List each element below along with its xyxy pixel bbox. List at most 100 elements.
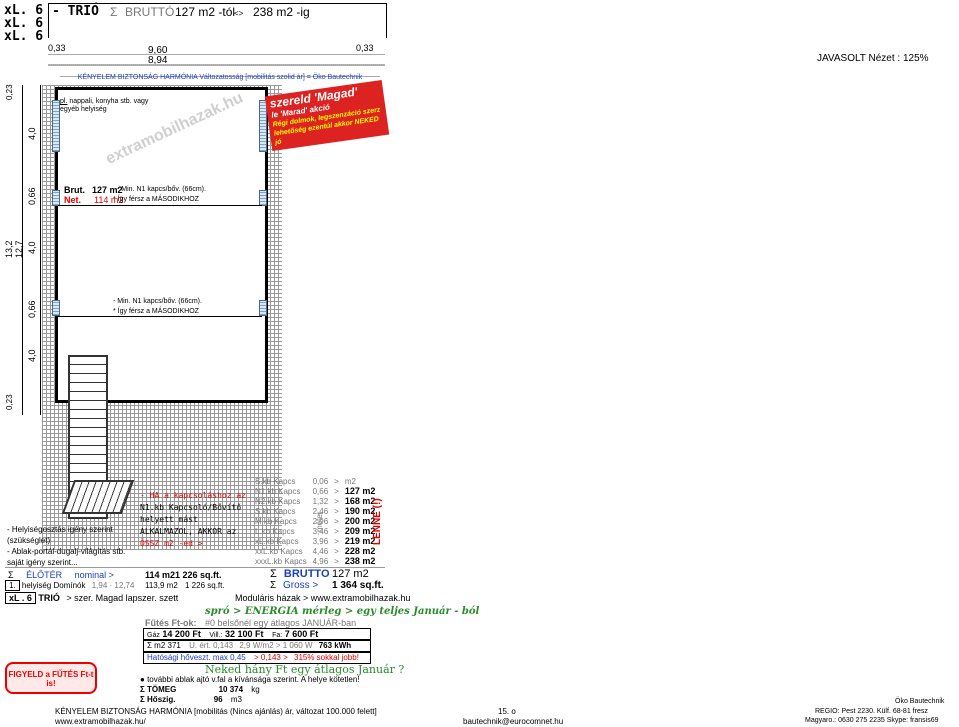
dim-line-top xyxy=(48,54,385,55)
spec-val: 3,96 xyxy=(312,536,329,546)
net-label: Net. xyxy=(64,195,82,205)
brutto-value: 127 m2 xyxy=(332,568,369,580)
calc-row: Σ m2 371 U. ért. 0,143 2,9 W/m2 > 1 060 … xyxy=(143,640,371,652)
module-line-1 xyxy=(58,205,262,206)
dim-v-5: 12,7 xyxy=(14,240,24,258)
connection-note: - HA a kapcsoláshoz az N1.kb Kapcsoló/Bő… xyxy=(140,491,246,548)
window-left-1 xyxy=(52,100,60,152)
spec-arrow: > xyxy=(334,486,339,496)
footer-size-row: xL . 6 TRIÓ > szer. Magad lapszer. szett xyxy=(5,592,178,604)
window-right-3 xyxy=(259,300,267,316)
spec-name: L.kb Kapcs xyxy=(255,526,295,536)
helyiseg-row: 1. helyiség Domínók 1,94 · 12,74 xyxy=(5,580,134,591)
room-label: pl. nappali, konyha stb. vagy egyéb hely… xyxy=(60,98,149,113)
spec-area: 238 m2 xyxy=(344,556,376,566)
keywords-banner: KÉNYELEM BIZTONSÁG HARMÓNIA Változatossá… xyxy=(60,66,380,81)
dim-right-top: 0,33 xyxy=(356,43,374,53)
spec-name: xxxL.kb Kapcs xyxy=(255,556,307,566)
helyiseg-m2: 113,9 m2 xyxy=(145,581,178,590)
size-label-3: xL. 6 xyxy=(4,29,44,44)
brutto-header: BRUTTÓ xyxy=(125,5,175,19)
brutto-row: Σ BRUTTO xyxy=(270,568,330,580)
type-label: - TRIÓ xyxy=(52,4,99,19)
dim-left-top: 0,33 xyxy=(48,43,66,53)
spec-name: M.kb Kapcs xyxy=(255,516,297,526)
note-1a: - Min. N1 kapcs/bőv. (66cm). xyxy=(117,186,206,193)
spec-name: S.kb Kapcs xyxy=(255,506,296,516)
spec-arrow: > xyxy=(334,556,339,566)
spec-area: 127 m2 xyxy=(344,486,376,496)
spec-arrow: > xyxy=(334,526,339,536)
left-dim-line-2 xyxy=(40,85,41,415)
spec-val: 4,96 xyxy=(312,556,329,566)
spec-row: N2.kb Kapcs 1,32 >168 m2 xyxy=(252,496,378,506)
spec-arrow: > xyxy=(334,536,339,546)
dim-v-1: 0,23 xyxy=(5,84,14,100)
spec-val: 4,46 xyxy=(312,546,329,556)
lenne-label: LENNE (!) xyxy=(372,498,383,545)
footer-company: Öko Bautechnik xyxy=(895,698,945,705)
dim-v-8: 4,0 xyxy=(27,349,37,362)
eloter-m2: 114 m2 xyxy=(145,570,176,580)
dim-v-9: 0,23 xyxy=(5,394,14,410)
tomeg-row: Σ TÖMEG 10 374 kg xyxy=(140,685,260,694)
spec-arrow: > xyxy=(334,546,339,556)
footer-left-2[interactable]: www.extramobilhazak.hu/ xyxy=(55,717,146,726)
spec-val: 0,66 xyxy=(312,486,329,496)
note-2a: - Min. N1 kapcs/bőv. (66cm). xyxy=(113,298,202,305)
footer-left-1: KÉNYELEM BIZTONSÁG HARMÓNIA [mobilitás (… xyxy=(55,707,377,716)
spec-arrow: > xyxy=(334,476,339,486)
size-labels: xL. 6 xL. 6 xL. 6 xyxy=(4,4,43,43)
range-to: 238 m2 -ig xyxy=(253,5,310,19)
dim-v-6: 4,0 xyxy=(27,241,37,254)
energy-title: spró > ENERGIA mérleg > egy teljes Januá… xyxy=(205,606,480,617)
window-left-3 xyxy=(52,300,60,316)
view-label: JAVASOLT Nézet : 125% xyxy=(817,53,929,64)
more-note: ● további ablak ajtó v.fal a kívánsága s… xyxy=(140,675,360,684)
modularis-link[interactable]: Moduláris házak > www.extramobilhazak.hu xyxy=(235,593,410,603)
spec-name: xL.kb Kapcs xyxy=(255,536,299,546)
window-left-2 xyxy=(52,190,60,206)
note-1b: * Így férsz a MÁSODIKHOZ xyxy=(113,196,199,203)
gross-row: Σ Gross > xyxy=(270,580,319,591)
spec-row: xL.kb Kapcs 3,96 >219 m2 xyxy=(252,536,378,546)
spec-row: xxxL.kb Kapcs 4,96 >238 m2 xyxy=(252,556,378,566)
eloter-row: Σ ÉLŐTÉR nominal > xyxy=(8,570,114,580)
eloter-sqft: 1 226 sq.ft. xyxy=(175,570,222,580)
unit-vertical: méter xyxy=(315,511,324,532)
hoszig-row: Σ Hőszig. 96 m3 xyxy=(140,695,242,704)
stamp: szereld 'Magad' le 'Marad' akció Régi do… xyxy=(264,80,390,151)
dim-v-3: 0,66 xyxy=(27,187,37,205)
spec-area: m2 xyxy=(344,476,356,486)
warning-box: FIGYELD a FŰTÉS Ft-t is! xyxy=(5,662,97,694)
spec-arrow: > xyxy=(334,506,339,516)
spec-name: xxL.kb Kapcs xyxy=(255,546,303,556)
module-line-2 xyxy=(58,316,262,317)
window-right-2 xyxy=(259,190,267,206)
range-from: 127 m2 -tól xyxy=(175,5,236,19)
spec-row: xxL.kb Kapcs 4,46 >228 m2 xyxy=(252,546,378,556)
spec-area: 228 m2 xyxy=(344,546,376,556)
spec-name: N1.kb Kapcs xyxy=(255,486,301,496)
page-number: 15. o xyxy=(498,707,516,716)
spec-arrow: > xyxy=(334,496,339,506)
brut-label: Brut. xyxy=(64,185,85,195)
sigma-icon: Σ xyxy=(110,5,118,19)
dim-v-4: 13,2 xyxy=(4,240,14,258)
helyiseg-sqft: 1 226 sq.ft. xyxy=(185,581,225,590)
gross-value: 1 364 sq.ft. xyxy=(332,580,384,591)
dim-v-7: 0,66 xyxy=(27,300,37,318)
spec-val: 0,06 xyxy=(312,476,329,486)
spec-name: S.kb Kapcs xyxy=(255,476,296,486)
spec-arrow: > xyxy=(334,516,339,526)
footer-contact: Magyaro.: 0630 275 2235 Skype: fransis69 xyxy=(805,717,939,724)
spec-row: N1.kb Kapcs 0,66 >127 m2 xyxy=(252,486,378,496)
cost-row: Gáz 14 200 Ft Vill.: 32 100 Ft Fa: 7 600… xyxy=(143,628,371,640)
spec-val: 1,32 xyxy=(312,496,329,506)
spec-name: N2.kb Kapcs xyxy=(255,496,301,506)
futes-row: Fűtés Ft-ok: #0 belsőnél egy átlagos JAN… xyxy=(145,618,357,628)
spec-row: S.kb Kapcs 0,06 > m2 xyxy=(252,476,378,486)
staircase-base xyxy=(61,480,135,514)
footer-region: REGIO: Pest 2230. Külf. 68-81 fresz xyxy=(815,708,928,715)
footer-email[interactable]: bautechnik@eurocomnet.hu xyxy=(463,717,563,726)
